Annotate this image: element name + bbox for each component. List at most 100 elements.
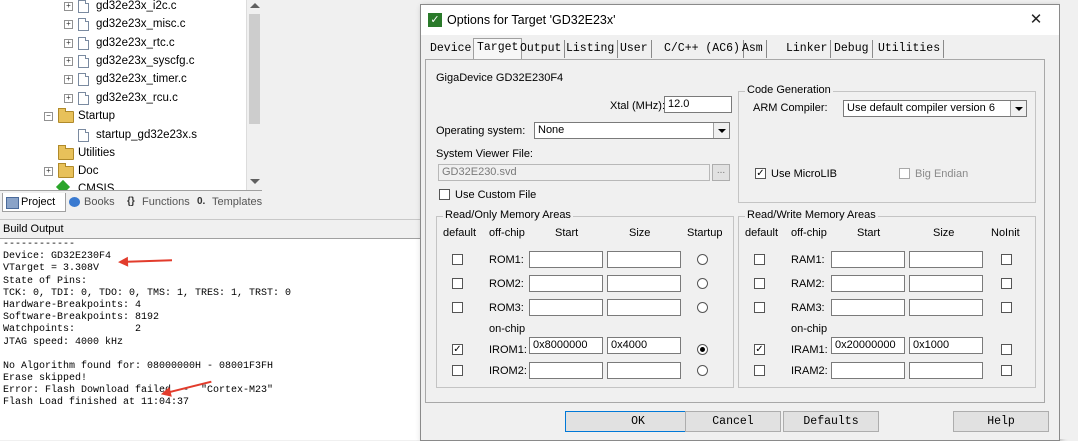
start-input[interactable] <box>529 251 603 268</box>
code-generation-group: Code Generation ARM Compiler: Use defaul… <box>738 84 1036 203</box>
startup-radio[interactable] <box>697 365 708 376</box>
size-input[interactable] <box>909 251 983 268</box>
default-checkbox[interactable] <box>452 302 463 313</box>
expand-icon[interactable]: + <box>64 39 73 48</box>
build-output-log[interactable]: ------------ Device: GD32E230F4 VTarget … <box>0 238 420 440</box>
start-input[interactable] <box>831 299 905 316</box>
size-input[interactable] <box>909 275 983 292</box>
size-input[interactable]: 0x1000 <box>909 337 983 354</box>
onchip-label: on-chip <box>489 323 526 335</box>
noinit-checkbox[interactable] <box>1001 344 1012 355</box>
default-checkbox[interactable] <box>452 365 463 376</box>
onchip-label: on-chip <box>791 323 828 335</box>
startup-radio[interactable] <box>697 302 708 313</box>
start-input[interactable] <box>529 362 603 379</box>
expand-icon[interactable]: + <box>64 57 73 66</box>
use-custom-file-checkbox[interactable] <box>439 189 450 200</box>
defaults-button[interactable]: Defaults <box>783 411 879 432</box>
tree-scrollbar[interactable] <box>246 0 263 190</box>
file-label: gd32e23x_i2c.c <box>96 0 177 12</box>
noinit-checkbox[interactable] <box>1001 365 1012 376</box>
expand-icon[interactable]: + <box>64 75 73 84</box>
collapse-icon[interactable]: − <box>44 112 53 121</box>
templates-icon: 0. <box>197 196 206 207</box>
noinit-checkbox[interactable] <box>1001 278 1012 289</box>
tab-debug[interactable]: Debug <box>831 40 873 58</box>
default-checkbox[interactable] <box>754 365 765 376</box>
svf-label: System Viewer File: <box>436 148 533 160</box>
default-checkbox[interactable] <box>754 278 765 289</box>
size-input[interactable]: 0x4000 <box>607 337 681 354</box>
scroll-thumb[interactable] <box>249 14 260 124</box>
tab-cpp[interactable]: C/C++ (AC6) <box>661 40 744 58</box>
os-select[interactable]: None <box>534 122 730 139</box>
project-tree: + gd32e23x_i2c.c + gd32e23x_misc.c + gd3… <box>0 0 263 190</box>
start-input[interactable] <box>831 275 905 292</box>
browse-button[interactable]: ... <box>712 164 730 181</box>
folder-icon <box>58 145 74 160</box>
compiler-select[interactable]: Use default compiler version 6 <box>843 100 1027 117</box>
size-input[interactable] <box>909 362 983 379</box>
tab-project[interactable]: Project <box>2 193 66 212</box>
tab-utilities[interactable]: Utilities <box>875 40 945 58</box>
c-file-icon <box>78 55 89 68</box>
svf-input[interactable]: GD32E230.svd <box>438 164 710 181</box>
default-checkbox[interactable] <box>754 302 765 313</box>
big-endian-checkbox[interactable] <box>899 168 910 179</box>
startup-radio[interactable] <box>697 278 708 289</box>
size-input[interactable] <box>607 275 681 292</box>
col-header-default: default <box>443 227 477 239</box>
close-icon[interactable]: ✕ <box>1025 10 1047 30</box>
chevron-down-icon <box>1010 101 1026 116</box>
cancel-button[interactable]: Cancel <box>685 411 781 432</box>
tab-user[interactable]: User <box>617 40 652 58</box>
expand-icon[interactable]: + <box>64 2 73 11</box>
startup-radio[interactable] <box>697 344 708 355</box>
scroll-up-icon[interactable] <box>250 3 260 8</box>
device-name: GigaDevice GD32E230F4 <box>436 72 564 84</box>
start-input[interactable]: 0x20000000 <box>831 337 905 354</box>
tab-linker[interactable]: Linker <box>783 40 832 58</box>
start-input[interactable] <box>529 299 603 316</box>
help-button[interactable]: Help <box>953 411 1049 432</box>
size-input[interactable] <box>607 299 681 316</box>
col-header-size: Size <box>629 227 651 239</box>
functions-icon: {} <box>127 196 135 207</box>
microlib-checkbox[interactable]: ✓ <box>755 168 766 179</box>
memory-row-label: RAM3: <box>791 302 825 314</box>
tab-output[interactable]: Output <box>517 40 566 58</box>
size-input[interactable] <box>607 362 681 379</box>
default-checkbox[interactable] <box>754 254 765 265</box>
size-input[interactable] <box>607 251 681 268</box>
memory-row-label: IROM2: <box>489 365 527 377</box>
tab-listing[interactable]: Listing <box>563 40 619 58</box>
log-line: Software-Breakpoints: 8192 <box>3 312 160 324</box>
tab-target[interactable]: Target <box>473 38 523 60</box>
c-file-icon <box>78 18 89 31</box>
scroll-down-icon[interactable] <box>250 179 260 184</box>
expand-icon[interactable]: + <box>44 167 53 176</box>
tab-device[interactable]: Device <box>427 40 476 58</box>
size-input[interactable] <box>909 299 983 316</box>
default-checkbox[interactable]: ✓ <box>452 344 463 355</box>
expand-icon[interactable]: + <box>64 94 73 103</box>
expand-icon[interactable]: + <box>64 20 73 29</box>
start-input[interactable] <box>831 362 905 379</box>
startup-radio[interactable] <box>697 254 708 265</box>
start-input[interactable] <box>529 275 603 292</box>
os-label: Operating system: <box>436 125 526 137</box>
tab-asm[interactable]: Asm <box>739 40 767 58</box>
default-checkbox[interactable] <box>452 278 463 289</box>
readonly-memory-group: Read/Only Memory Areas default off-chip … <box>436 209 734 388</box>
start-input[interactable] <box>831 251 905 268</box>
dialog-titlebar[interactable]: ✓ Options for Target 'GD32E23x' ✕ <box>421 5 1059 35</box>
folder-label: Startup <box>78 110 116 122</box>
noinit-checkbox[interactable] <box>1001 254 1012 265</box>
noinit-checkbox[interactable] <box>1001 302 1012 313</box>
default-checkbox[interactable] <box>452 254 463 265</box>
default-checkbox[interactable]: ✓ <box>754 344 765 355</box>
start-input[interactable]: 0x8000000 <box>529 337 603 354</box>
xtal-input[interactable]: 12.0 <box>664 96 732 113</box>
tab-templates[interactable]: 0. Templates <box>194 193 278 211</box>
file-label: gd32e23x_rtc.c <box>96 37 175 49</box>
